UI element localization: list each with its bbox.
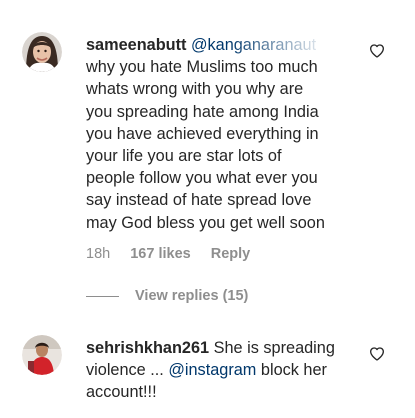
likes-count-button[interactable]: 167 likes bbox=[130, 246, 190, 262]
reply-button[interactable]: Reply bbox=[211, 246, 251, 262]
comment-text: sehrishkhan261 She is spreading violence… bbox=[86, 337, 335, 404]
avatar-sehrishkhan261[interactable] bbox=[22, 335, 62, 375]
comment-line: may God bless you get well soon bbox=[86, 213, 325, 232]
view-replies-button[interactable]: View replies (15) bbox=[86, 288, 248, 304]
comment-line: your life you are star lots of bbox=[86, 147, 282, 166]
comment-line: people follow you what ever you bbox=[86, 169, 318, 188]
comment-line: whats wrong with you why are bbox=[86, 80, 304, 99]
comment-line: say instead of hate spread love bbox=[86, 191, 312, 210]
comment-username[interactable]: sameenabutt bbox=[86, 36, 186, 54]
view-replies-label: View replies (15) bbox=[135, 288, 249, 304]
comment-text: sameenabutt @kanganaranaut why you hate … bbox=[86, 34, 325, 234]
comment-username[interactable]: sehrishkhan261 bbox=[86, 339, 209, 357]
comment-timestamp[interactable]: 18h bbox=[86, 246, 110, 262]
comment-mention[interactable]: @instagram bbox=[168, 361, 256, 379]
comment-line: you spreading hate among India bbox=[86, 102, 319, 121]
avatar-sameenabutt[interactable] bbox=[22, 32, 62, 72]
comment-line: you have achieved everything in bbox=[86, 124, 319, 143]
comment-line: She is spreading bbox=[213, 339, 335, 357]
replies-divider-line bbox=[86, 295, 119, 297]
comment-meta: 18h 167 likes Reply bbox=[86, 246, 266, 262]
heart-outline-icon[interactable] bbox=[369, 43, 385, 59]
comment-mention[interactable]: @kanganaranaut bbox=[191, 36, 316, 54]
comment-line: violence ... bbox=[86, 361, 169, 380]
comment-line: why you hate Muslims too much bbox=[86, 58, 318, 77]
heart-outline-icon[interactable] bbox=[369, 346, 385, 362]
comment-line: block her bbox=[256, 361, 327, 380]
comment-line: account!!! bbox=[86, 383, 157, 402]
